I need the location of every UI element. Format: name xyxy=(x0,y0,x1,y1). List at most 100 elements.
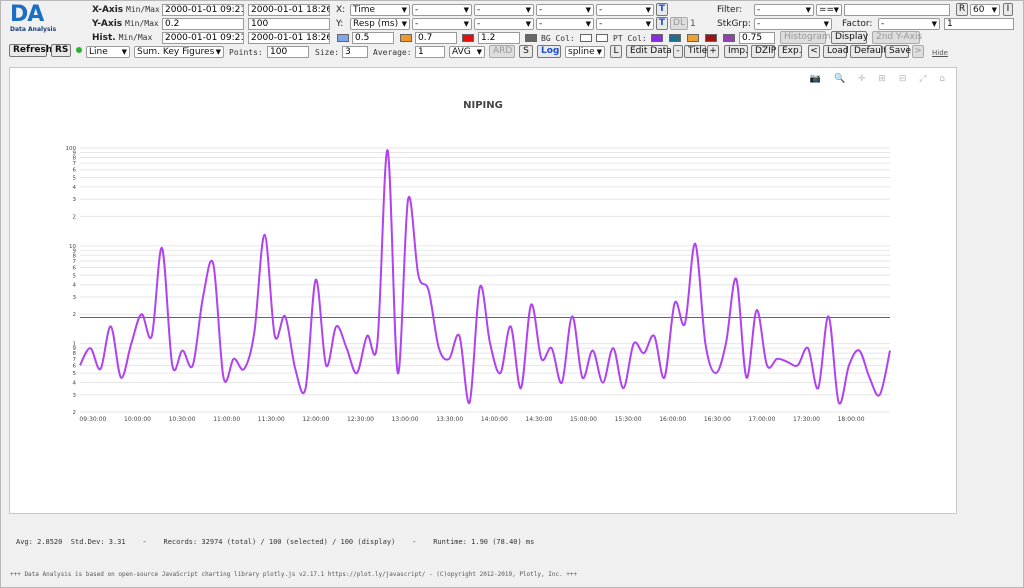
y-t-button[interactable]: T xyxy=(656,17,668,30)
y-tick-label: 5 xyxy=(73,175,77,181)
info-button[interactable]: I xyxy=(1003,3,1013,16)
size-label: Size: xyxy=(315,48,340,57)
y-tick-label: 6 xyxy=(73,266,77,272)
bg-col-label: BG Col: xyxy=(541,34,575,43)
bg-color-1-swatch[interactable] xyxy=(580,34,592,42)
y-axis-ticks: 234567891234567891023456789100 xyxy=(66,146,77,416)
aggregation-select[interactable]: Sum. Key Figures ▼ xyxy=(134,46,224,58)
title-button[interactable]: Title xyxy=(684,45,707,58)
bg-color-2-swatch[interactable] xyxy=(596,34,608,42)
dzip-button[interactable]: DZIP xyxy=(751,45,776,58)
import-button[interactable]: Imp. xyxy=(724,45,748,58)
y-tick-label: 6 xyxy=(73,168,77,174)
threshold-color-4-swatch[interactable] xyxy=(525,34,537,42)
ard-button[interactable]: ARD xyxy=(489,45,515,58)
chart-grid xyxy=(80,147,890,413)
hist-min-input[interactable]: 2000-01-01 09:21:2 xyxy=(162,32,244,44)
filter-value-input[interactable] xyxy=(844,4,950,16)
load-button[interactable]: Load xyxy=(823,45,849,58)
x-tick-label: 13:00:00 xyxy=(392,416,419,423)
l-button[interactable]: L xyxy=(610,45,622,58)
chart-type-select[interactable]: Line ▼ xyxy=(86,46,130,58)
display-button[interactable]: Display xyxy=(831,31,868,44)
y-tick-label: 4 xyxy=(73,185,77,191)
average-input[interactable]: 1 xyxy=(415,46,445,58)
y-select[interactable]: Resp (ms) ▼ xyxy=(350,18,410,30)
interpolation-select[interactable]: spline ▼ xyxy=(565,46,605,58)
x-tick-label: 11:30:00 xyxy=(258,416,285,423)
x-opt-select-3[interactable]: - ▼ xyxy=(536,4,594,16)
threshold-color-2-swatch[interactable] xyxy=(400,34,412,42)
log-button[interactable]: Log xyxy=(537,45,561,58)
y-axis-min-input[interactable]: 0.2 xyxy=(162,18,244,30)
pt-value-input[interactable]: 0.75 xyxy=(739,32,775,44)
dl-button[interactable]: DL xyxy=(670,17,688,30)
next-button[interactable]: > xyxy=(912,45,924,58)
histogram-button[interactable]: Histogram xyxy=(780,31,831,44)
filter-select[interactable]: - ▼ xyxy=(754,4,814,16)
dl-value: 1 xyxy=(690,19,696,29)
x-tick-label: 12:30:00 xyxy=(347,416,374,423)
y-axis-label: Y-Axis Min/Max xyxy=(92,19,159,29)
y-opt-select-4[interactable]: - ▼ xyxy=(596,18,654,30)
pt-color-1-swatch[interactable] xyxy=(651,34,663,42)
factor-select[interactable]: - ▼ xyxy=(878,18,940,30)
export-button[interactable]: Exp. xyxy=(778,45,802,58)
pt-color-5-swatch[interactable] xyxy=(723,34,735,42)
title-minus-button[interactable]: - xyxy=(673,45,683,58)
threshold-3-input[interactable]: 1.2 xyxy=(478,32,520,44)
y-opt-select-3[interactable]: - ▼ xyxy=(536,18,594,30)
y-tick-label: 2 xyxy=(73,312,77,318)
y-axis-max-input[interactable]: 100 xyxy=(248,18,330,30)
average-mode-select[interactable]: AVG ▼ xyxy=(449,46,485,58)
x-axis-max-input[interactable]: 2000-01-01 18:26:1 xyxy=(248,4,330,16)
title-plus-button[interactable]: + xyxy=(707,45,719,58)
default-button[interactable]: Default xyxy=(850,45,887,58)
factor-input[interactable]: 1 xyxy=(944,18,1014,30)
second-y-axis-button[interactable]: 2nd Y-Axis xyxy=(872,31,922,44)
x-axis-ticks: 09:30:00 10:00:00 10:30:00 11:00:00 11:30:00… xyxy=(79,416,864,423)
x-t-button[interactable]: T xyxy=(656,3,668,16)
y-tick-label: 100 xyxy=(66,146,77,152)
threshold-color-3-swatch[interactable] xyxy=(462,34,474,42)
x-axis-min-input[interactable]: 2000-01-01 09:21:2 xyxy=(162,4,244,16)
pt-color-3-swatch[interactable] xyxy=(687,34,699,42)
points-label: Points: xyxy=(229,48,263,57)
pt-color-2-swatch[interactable] xyxy=(669,34,681,42)
refresh-interval-select[interactable]: 60 ▼ xyxy=(970,4,1000,16)
stkgrp-label: StkGrp: xyxy=(717,19,751,29)
x-tick-label: 17:00:00 xyxy=(748,416,775,423)
plot-modebar[interactable]: 📷 🔍 ✛ ⊞ ⊟ ⤢ ⌂ xyxy=(810,74,950,84)
pt-color-4-swatch[interactable] xyxy=(705,34,717,42)
hist-label: Hist. Min/Max xyxy=(92,33,153,43)
y-tick-label: 7 xyxy=(73,161,77,167)
y-opt-select-1[interactable]: - ▼ xyxy=(412,18,472,30)
points-input[interactable]: 100 xyxy=(267,46,309,58)
y-tick-label: 3 xyxy=(73,393,77,399)
edit-data-button[interactable]: Edit Data xyxy=(626,45,672,58)
stkgrp-select[interactable]: - ▼ xyxy=(754,18,832,30)
save-button[interactable]: Save xyxy=(885,45,911,58)
x-opt-select-4[interactable]: - ▼ xyxy=(596,4,654,16)
hide-link[interactable]: Hide xyxy=(932,49,948,57)
x-opt-select-2[interactable]: - ▼ xyxy=(474,4,534,16)
y-tick-label: 6 xyxy=(73,363,77,369)
hist-max-input[interactable]: 2000-01-01 18:26:1 xyxy=(248,32,330,44)
prev-button[interactable]: < xyxy=(808,45,820,58)
footer-credits: +++ Data Analysis is based on open-sourc… xyxy=(10,571,578,578)
r-button[interactable]: R xyxy=(956,3,968,16)
filter-operator-select[interactable]: == ▼ xyxy=(816,4,842,16)
y-tick-label: 3 xyxy=(73,197,77,203)
s-button[interactable]: S xyxy=(519,45,533,58)
threshold-1-input[interactable]: 0.5 xyxy=(352,32,394,44)
y-tick-label: 2 xyxy=(73,214,77,220)
threshold-color-1-swatch[interactable] xyxy=(337,34,349,42)
x-select[interactable]: Time ▼ xyxy=(350,4,410,16)
refresh-button[interactable]: Refresh xyxy=(9,44,52,57)
threshold-2-input[interactable]: 0.7 xyxy=(415,32,457,44)
y-opt-select-2[interactable]: - ▼ xyxy=(474,18,534,30)
x-opt-select-1[interactable]: - ▼ xyxy=(412,4,472,16)
size-input[interactable]: 3 xyxy=(342,46,368,58)
rs-button[interactable]: RS xyxy=(51,44,71,57)
factor-label: Factor: xyxy=(842,19,873,29)
